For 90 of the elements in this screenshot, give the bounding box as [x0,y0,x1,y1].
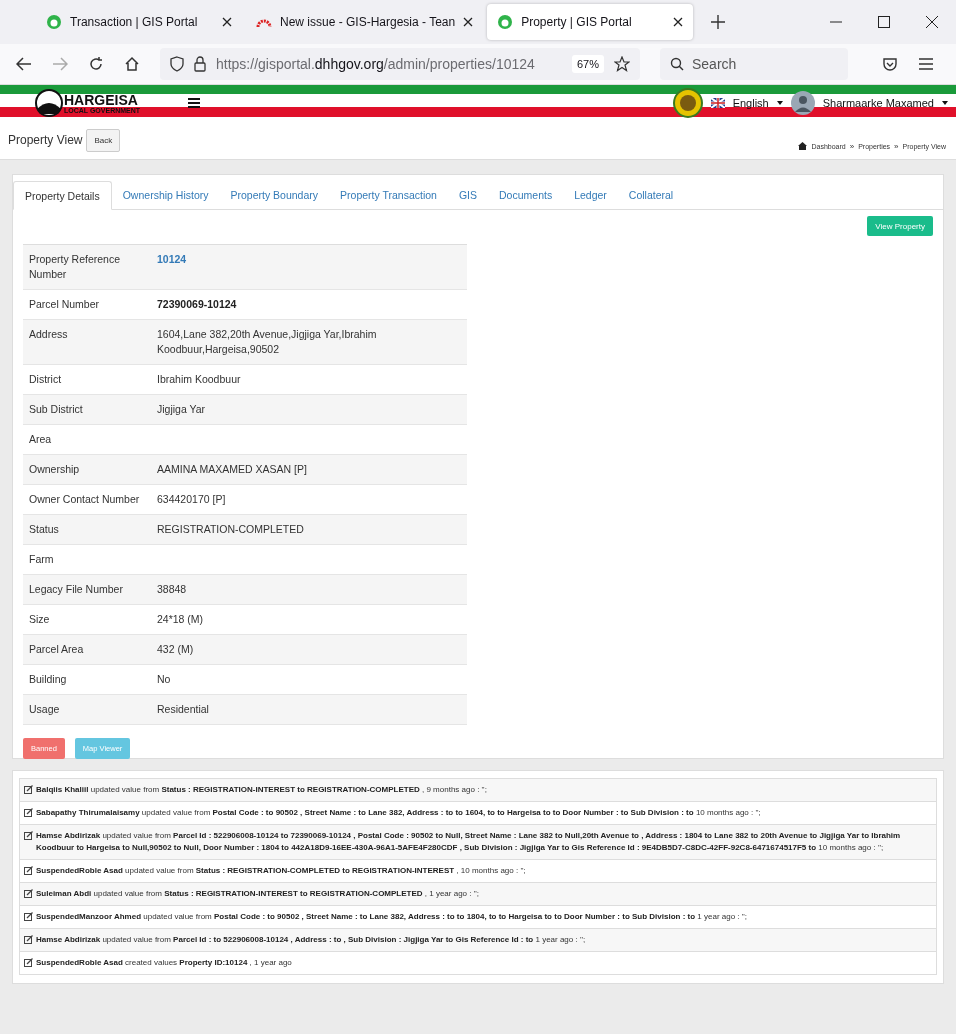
tab[interactable]: Ownership History [111,181,220,209]
field-label: Area [23,424,151,455]
log-entry: SuspendedRoble Asad updated value from Status : REGISTRATION-COMPLETED to REGISTRATION-INTEREST , 10 months ago : ''; [36,865,526,877]
field-label: Owner Contact Number [23,484,151,515]
field-label: Sub District [23,394,151,425]
tab[interactable]: Collateral [617,181,685,209]
field-value: 24*18 (M) [151,604,467,635]
field-label: Status [23,514,151,545]
edit-icon [24,785,33,794]
log-entry: Hamse Abdirizak updated value from Parcel Id : 522906008-10124 to 72390069-10124 , Postal Code : 90502 to Null, Street Name : Lane 382 to Null,20th Avenue to , Address : 1804 to Lane 382 to 20th Avenue to Jigjiga Yar to Ibrahim Koodbuur to Hargeisa to Null,90502 to Null, Door Number : 1804 to 442A18D9-16EE-430A-96A1-5AFE4F280CDF , Sub Division : Jigjiga Yar to Gis Reference Id : 9E4DB5D7-C8DC-42FF-92C8-6471674517F5 to 10 months ago : ''; [36,830,902,854]
back-button[interactable]: Back [86,128,121,152]
browser-tab[interactable]: Transaction | GIS Portal [36,4,242,40]
edit-icon [24,889,33,898]
field-value: 1604,Lane 382,20th Avenue,Jigjiga Yar,Ibrahim Koodbuur,Hargeisa,90502 [151,319,467,365]
field-label: Parcel Number [23,289,151,320]
caret-icon [942,101,948,105]
address-bar[interactable]: https://gisportal.dhhgov.org/admin/properties/10124 67% [160,48,640,80]
site-logo-icon [497,14,514,30]
field-value: REGISTRATION-COMPLETED [151,514,467,545]
field-value: 38848 [151,574,467,605]
url-text: https://gisportal.dhhgov.org/admin/properties/10124 [216,56,536,72]
tab[interactable]: Property Transaction [329,181,448,209]
star-icon[interactable] [614,56,630,72]
field-label: Legacy File Number [23,574,151,605]
back-arrow-icon[interactable] [16,57,32,71]
user-menu[interactable]: Sharmaarke Maxamed [822,97,934,109]
tab[interactable]: Property Boundary [219,181,330,209]
field-value: AAMINA MAXAMED XASAN [P] [151,454,467,485]
log-entry: Balqiis Khaliil updated value from Status : REGISTRATION-INTEREST to REGISTRATION-COMPLETED , 9 months ago : ''; [36,784,487,796]
field-label: Size [23,604,151,635]
search-field[interactable]: Search [660,48,848,80]
field-value: 432 (M) [151,634,467,665]
caret-icon [776,101,783,105]
language-dropdown[interactable]: English [732,97,769,109]
menu-icon[interactable] [188,98,201,108]
field-label: Property Reference Number [23,244,151,290]
field-value: No [151,664,467,695]
edit-icon [24,808,33,817]
field-value: Residential [151,694,467,725]
page-title: Property View [8,133,83,147]
edit-icon [24,958,33,967]
search-icon [670,57,684,71]
field-label: Parcel Area [23,634,151,665]
brand-name: HARGEISA [64,92,139,107]
close-icon[interactable] [463,17,474,27]
log-entry: Suleiman Abdi updated value from Status : REGISTRATION-INTEREST to REGISTRATION-COMPLETED , 1 year ago : ''; [36,888,479,900]
close-icon[interactable] [222,17,232,27]
field-value[interactable]: 10124 [151,244,467,290]
tab[interactable]: GIS [447,181,489,209]
home-icon[interactable] [124,56,140,72]
shield-icon [170,56,184,72]
field-label: District [23,364,151,395]
browser-tab[interactable]: New issue - GIS-Hargesia - Tean [246,4,484,40]
lock-icon [194,56,206,72]
tab[interactable]: Property Details [13,181,112,210]
emblem-icon [34,89,64,117]
tab[interactable]: Documents [488,181,564,209]
log-entry: Hamse Abdirizak updated value from Parcel Id : to 522906008-10124 , Address : to , Sub Division : Jigjiga Yar to Gis Reference Id : to 1 year ago : ''; [36,934,586,946]
site-logo-icon [46,14,62,30]
edit-icon [24,912,33,921]
field-label: Ownership [23,454,151,485]
edit-icon [24,831,33,840]
seal-icon [672,88,703,118]
flag-icon [710,98,725,108]
edit-icon [24,866,33,875]
zoom-level[interactable]: 67% [571,55,604,73]
breadcrumb-separator: » [849,141,855,151]
field-label: Farm [23,544,151,575]
reload-icon[interactable] [88,56,104,72]
avatar-icon [790,91,815,115]
log-entry: Sabapathy Thirumalaisamy updated value from Postal Code : to 90502 , Street Name : to Lane 382, Address : to to 1604, to to Hargeisa to to Door Number : to Sub Division : to 10 months ago : ''; [36,807,761,819]
edit-icon [24,935,33,944]
breadcrumb-separator: » [894,141,899,151]
browser-tab[interactable]: Property | GIS Portal [487,4,694,40]
field-label: Address [23,319,151,365]
field-label: Building [23,664,151,695]
field-label: Usage [23,694,151,725]
log-entry: SuspendedRoble Asad created values Property ID:10124 , 1 year ago [36,957,292,969]
close-icon[interactable] [673,17,684,27]
log-entry: SuspendedManzoor Ahmed updated value from Postal Code : to 90502 , Street Name : to Lane 382, Address : to to 1804, to to Hargeisa to to Door Number : to Sub Division : to 1 year ago : ''; [36,911,748,923]
new-tab-icon[interactable] [711,15,726,29]
maximize-icon[interactable] [878,16,890,28]
field-value: 72390069-10124 [151,289,467,320]
field-value: 634420170 [P] [151,484,467,515]
home-icon [798,142,808,150]
field-value: Jigjiga Yar [151,394,467,425]
tab[interactable]: Ledger [563,181,618,209]
close-icon[interactable] [926,16,938,28]
field-value: Ibrahim Koodbuur [151,364,467,395]
pocket-icon[interactable] [882,56,898,72]
